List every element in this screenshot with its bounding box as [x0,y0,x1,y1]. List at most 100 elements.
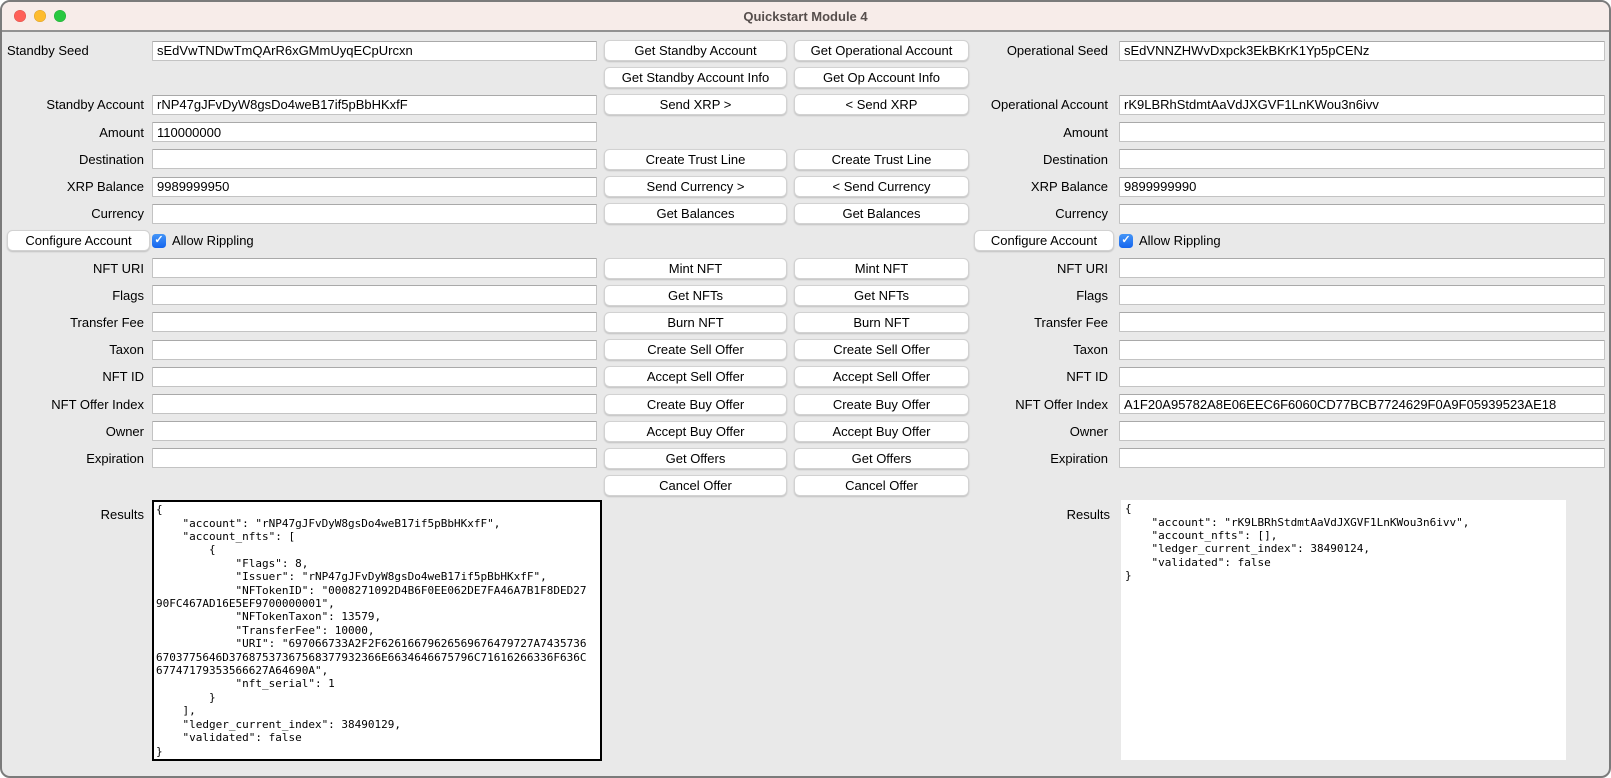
operational-currency-input[interactable] [1119,204,1605,224]
standby-owner-input[interactable] [152,421,597,441]
standby-get-balances-button[interactable]: Get Balances [604,203,787,224]
destination-row: Destination Create Trust Line Create Tru… [2,146,1609,173]
standby-transfer-fee-label: Transfer Fee [2,315,150,330]
standby-send-xrp-button[interactable]: Send XRP > [604,94,787,115]
standby-get-offers-button[interactable]: Get Offers [604,448,787,469]
operational-owner-input[interactable] [1119,421,1605,441]
nft-id-row: NFT ID Accept Sell Offer Accept Sell Off… [2,363,1609,390]
get-operational-account-button[interactable]: Get Operational Account [794,40,969,61]
standby-taxon-label: Taxon [2,342,150,357]
operational-transfer-fee-label: Transfer Fee [969,315,1114,330]
operational-results-output[interactable]: { "account": "rK9LBRhStdmtAaVdJXGVF1LnKW… [1121,500,1566,760]
operational-create-trust-line-button[interactable]: Create Trust Line [794,149,969,170]
standby-create-sell-offer-button[interactable]: Create Sell Offer [604,339,787,360]
operational-get-nfts-button[interactable]: Get NFTs [794,285,969,306]
standby-seed-input[interactable] [152,41,597,61]
standby-taxon-input[interactable] [152,340,597,360]
get-standby-account-info-button[interactable]: Get Standby Account Info [604,67,787,88]
operational-taxon-input[interactable] [1119,340,1605,360]
standby-nft-uri-input[interactable] [152,258,597,278]
standby-seed-label: Standby Seed [2,43,150,58]
standby-get-nfts-button[interactable]: Get NFTs [604,285,787,306]
operational-currency-label: Currency [969,206,1114,221]
operational-nft-uri-input[interactable] [1119,258,1605,278]
get-standby-account-button[interactable]: Get Standby Account [604,40,787,61]
standby-expiration-input[interactable] [152,448,597,468]
standby-create-buy-offer-button[interactable]: Create Buy Offer [604,394,787,415]
standby-accept-sell-offer-button[interactable]: Accept Sell Offer [604,366,787,387]
checkmark-icon: ✓ [154,235,163,246]
standby-flags-label: Flags [2,288,150,303]
operational-create-buy-offer-button[interactable]: Create Buy Offer [794,394,969,415]
expiration-row: Expiration Get Offers Get Offers Expirat… [2,445,1609,472]
standby-account-input[interactable] [152,95,597,115]
standby-nft-id-label: NFT ID [2,369,150,384]
operational-expiration-label: Expiration [969,451,1114,466]
standby-account-label: Standby Account [2,97,150,112]
operational-allow-rippling-label: Allow Rippling [1139,233,1221,248]
operational-cancel-offer-button[interactable]: Cancel Offer [794,475,969,496]
standby-destination-input[interactable] [152,149,597,169]
standby-amount-input[interactable] [152,122,597,142]
operational-get-offers-button[interactable]: Get Offers [794,448,969,469]
operational-nft-offer-index-input[interactable] [1119,394,1605,414]
standby-amount-label: Amount [2,125,150,140]
standby-transfer-fee-input[interactable] [152,312,597,332]
checkmark-icon: ✓ [1121,235,1130,246]
operational-burn-nft-button[interactable]: Burn NFT [794,312,969,333]
operational-get-balances-button[interactable]: Get Balances [794,203,969,224]
account-info-row: Get Standby Account Info Get Op Account … [2,64,1609,91]
standby-nft-id-input[interactable] [152,367,597,387]
operational-account-label: Operational Account [969,97,1114,112]
operational-owner-label: Owner [969,424,1114,439]
standby-allow-rippling-checkbox[interactable]: ✓ [152,234,166,248]
fullscreen-window-icon[interactable] [54,10,66,22]
standby-accept-buy-offer-button[interactable]: Accept Buy Offer [604,421,787,442]
operational-destination-input[interactable] [1119,149,1605,169]
operational-flags-label: Flags [969,288,1114,303]
minimize-window-icon[interactable] [34,10,46,22]
operational-amount-label: Amount [969,125,1114,140]
operational-accept-sell-offer-button[interactable]: Accept Sell Offer [794,366,969,387]
standby-mint-nft-button[interactable]: Mint NFT [604,258,787,279]
get-op-account-info-button[interactable]: Get Op Account Info [794,67,969,88]
operational-nft-id-label: NFT ID [969,369,1114,384]
taxon-row: Taxon Create Sell Offer Create Sell Offe… [2,336,1609,363]
standby-nft-offer-index-label: NFT Offer Index [2,397,150,412]
amount-row: Amount Amount [2,119,1609,146]
nft-offer-index-row: NFT Offer Index Create Buy Offer Create … [2,390,1609,417]
results-row: Results { "account": "rNP47gJFvDyW8gsDo4… [2,500,1609,761]
operational-create-sell-offer-button[interactable]: Create Sell Offer [794,339,969,360]
operational-configure-account-button[interactable]: Configure Account [974,230,1114,251]
operational-amount-input[interactable] [1119,122,1605,142]
standby-configure-account-button[interactable]: Configure Account [7,230,150,251]
standby-results-output[interactable]: { "account": "rNP47gJFvDyW8gsDo4weB17if5… [152,500,602,761]
close-window-icon[interactable] [14,10,26,22]
standby-results-label: Results [2,500,150,522]
operational-nft-id-input[interactable] [1119,367,1605,387]
standby-flags-input[interactable] [152,285,597,305]
standby-nft-offer-index-input[interactable] [152,394,597,414]
standby-send-currency-button[interactable]: Send Currency > [604,176,787,197]
standby-xrp-balance-label: XRP Balance [2,179,150,194]
operational-transfer-fee-input[interactable] [1119,312,1605,332]
operational-xrp-balance-input[interactable] [1119,177,1605,197]
operational-send-xrp-button[interactable]: < Send XRP [794,94,969,115]
standby-create-trust-line-button[interactable]: Create Trust Line [604,149,787,170]
operational-send-currency-button[interactable]: < Send Currency [794,176,969,197]
standby-destination-label: Destination [2,152,150,167]
operational-allow-rippling-checkbox[interactable]: ✓ [1119,234,1133,248]
operational-accept-buy-offer-button[interactable]: Accept Buy Offer [794,421,969,442]
transfer-fee-row: Transfer Fee Burn NFT Burn NFT Transfer … [2,309,1609,336]
standby-allow-rippling-label: Allow Rippling [172,233,254,248]
operational-expiration-input[interactable] [1119,448,1605,468]
operational-mint-nft-button[interactable]: Mint NFT [794,258,969,279]
standby-burn-nft-button[interactable]: Burn NFT [604,312,787,333]
operational-flags-input[interactable] [1119,285,1605,305]
standby-xrp-balance-input[interactable] [152,177,597,197]
standby-cancel-offer-button[interactable]: Cancel Offer [604,475,787,496]
operational-seed-input[interactable] [1119,41,1605,61]
operational-account-input[interactable] [1119,95,1605,115]
operational-seed-label: Operational Seed [969,43,1114,58]
standby-currency-input[interactable] [152,204,597,224]
